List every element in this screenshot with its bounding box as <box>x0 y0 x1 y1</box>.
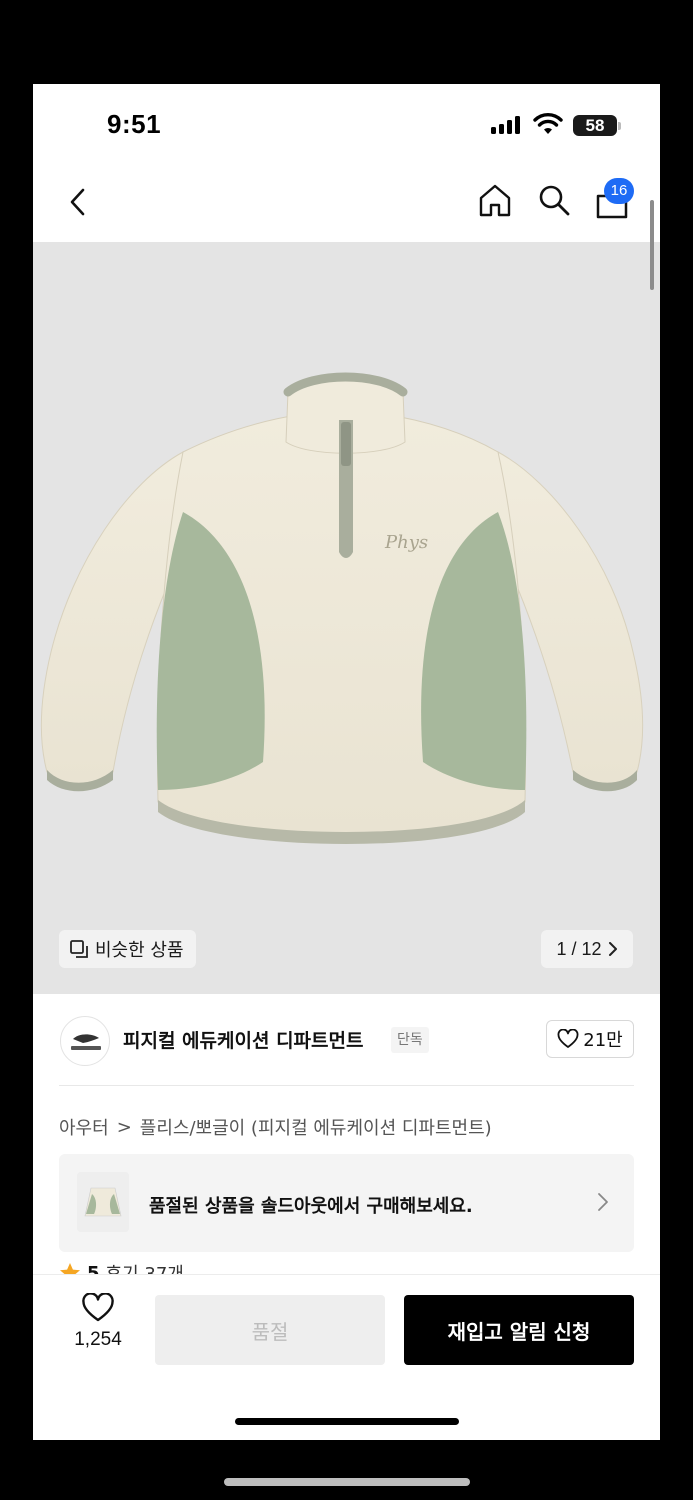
banner-thumbnail <box>77 1172 129 1232</box>
home-icon[interactable] <box>477 182 513 218</box>
product-image[interactable]: Phys 비슷한 상품 1 / 12 <box>33 242 660 994</box>
page-counter-label: 1 / 12 <box>556 938 602 959</box>
cellular-signal-icon <box>491 116 523 134</box>
similar-products-button[interactable]: 비슷한 상품 <box>59 930 196 968</box>
wishlist-count: 1,254 <box>74 1329 122 1350</box>
image-page-counter[interactable]: 1 / 12 <box>541 930 633 968</box>
search-icon[interactable] <box>536 182 572 218</box>
brand-like-count: 21만 <box>583 1030 623 1051</box>
breadcrumb-separator: > <box>116 1116 132 1138</box>
svg-text:Phys: Phys <box>384 532 428 553</box>
chevron-right-icon <box>608 942 617 956</box>
brand-name[interactable]: 피지컬 에듀케이션 디파트먼트 <box>123 1026 363 1053</box>
back-icon[interactable] <box>61 184 97 220</box>
battery-icon: 58 <box>573 115 617 136</box>
wishlist-button[interactable]: 1,254 <box>63 1292 133 1351</box>
breadcrumb: 아우터 > 플리스/뽀글이 (피지컬 에듀케이션 디파트먼트) <box>59 1114 492 1140</box>
brand-logo[interactable] <box>60 1016 110 1066</box>
bottom-action-bar: 1,254 품절 재입고 알림 신청 <box>33 1274 660 1440</box>
outer-home-indicator <box>224 1478 470 1486</box>
divider <box>59 1085 634 1086</box>
soldout-banner[interactable]: 품절된 상품을 솔드아웃에서 구매해보세요. <box>59 1154 634 1252</box>
battery-nub <box>618 122 621 130</box>
similar-products-icon <box>70 940 88 958</box>
breadcrumb-category[interactable]: 아우터 <box>59 1114 109 1140</box>
cart-count-badge: 16 <box>604 178 634 204</box>
status-bar: 9:51 58 <box>33 84 660 168</box>
brand-like-button[interactable]: 21만 <box>546 1020 634 1058</box>
scroll-indicator[interactable] <box>650 200 654 290</box>
wifi-icon <box>533 113 563 134</box>
breadcrumb-subcategory[interactable]: 플리스/뽀글이 (피지컬 에듀케이션 디파트먼트) <box>140 1114 492 1140</box>
heart-icon <box>557 1029 579 1048</box>
restock-alert-button[interactable]: 재입고 알림 신청 <box>404 1295 634 1365</box>
brand-row: 피지컬 에듀케이션 디파트먼트 단독 21만 <box>33 994 660 1086</box>
app-screen: 9:51 58 16 Phys 비슷한 상품 1 / 12 피지컬 에듀케이션 … <box>33 84 660 1440</box>
status-time: 9:51 <box>107 109 162 139</box>
home-indicator[interactable] <box>235 1418 459 1425</box>
heart-icon <box>82 1292 114 1322</box>
chevron-right-icon <box>598 1193 608 1211</box>
similar-products-label: 비슷한 상품 <box>95 940 184 961</box>
soldout-banner-text: 품절된 상품을 솔드아웃에서 구매해보세요. <box>149 1196 473 1217</box>
fleece-pullover-illustration: Phys <box>40 372 644 844</box>
soldout-button: 품절 <box>155 1295 385 1365</box>
exclusive-badge: 단독 <box>391 1027 429 1053</box>
